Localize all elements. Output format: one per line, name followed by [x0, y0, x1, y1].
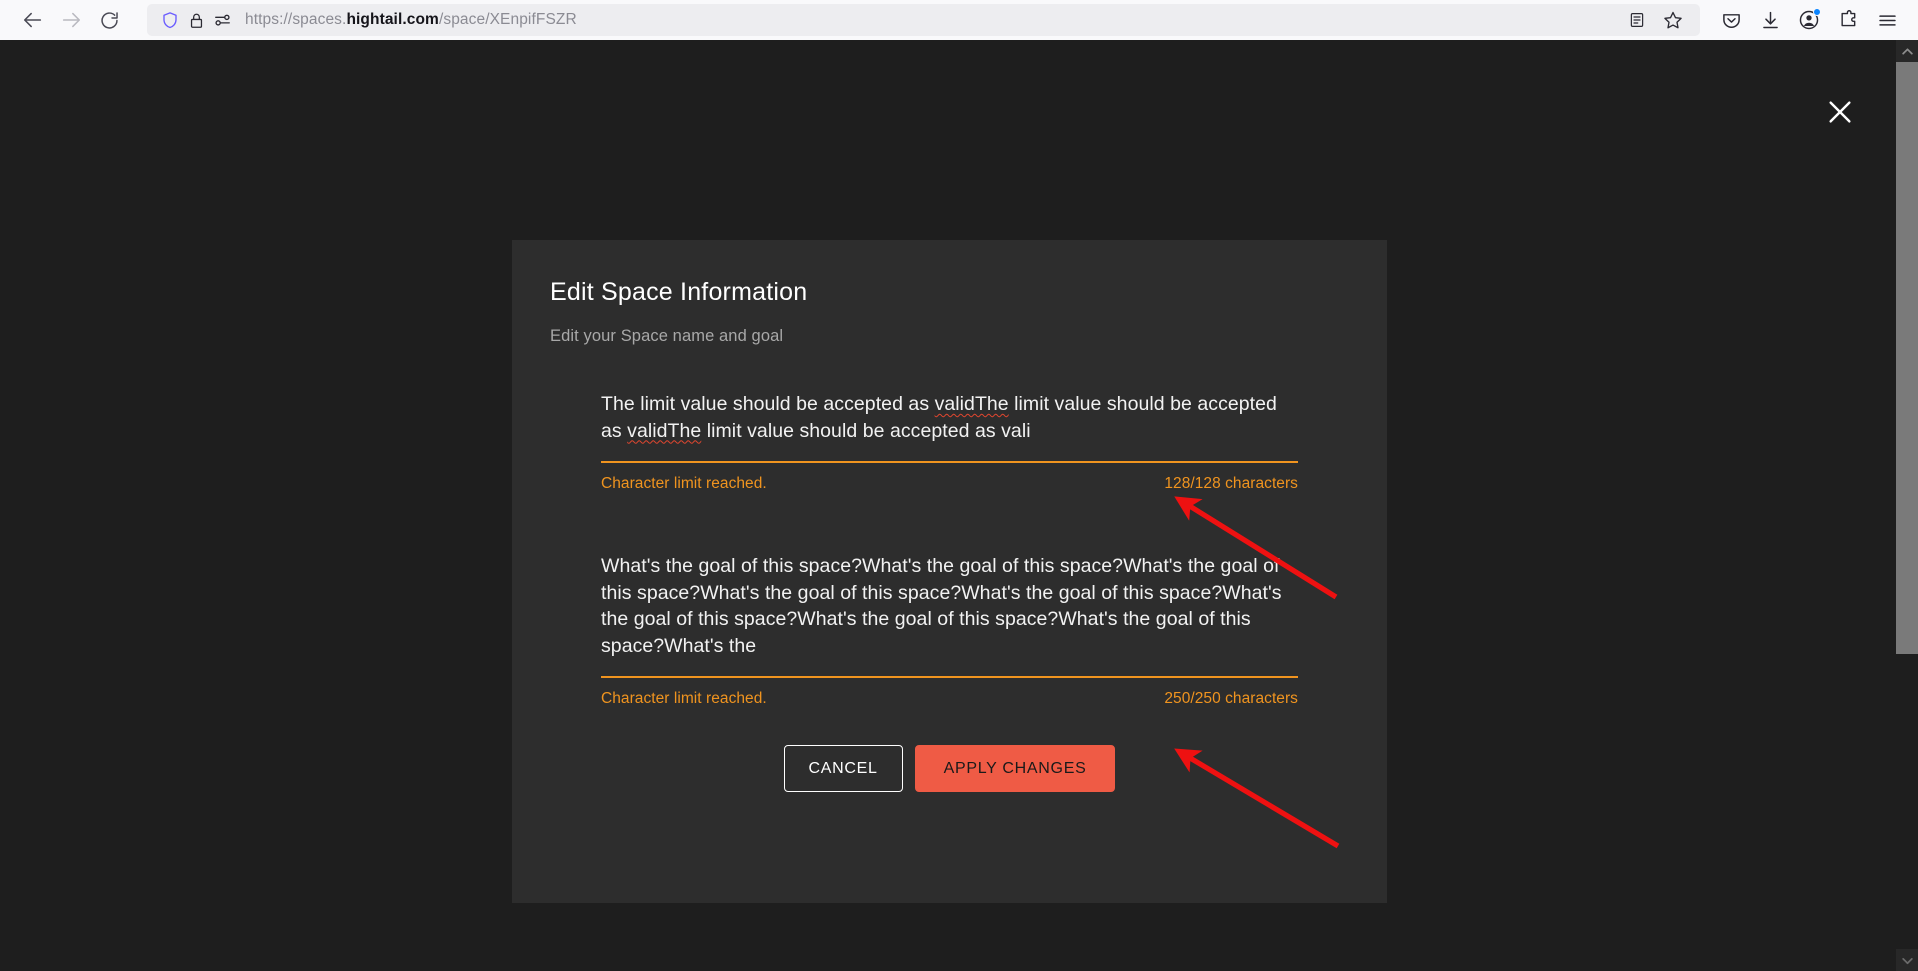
chevron-down-icon	[1901, 957, 1913, 964]
edit-space-information-dialog: Edit Space Information Edit your Space n…	[512, 240, 1387, 903]
space-goal-field-block: What's the goal of this space?What's the…	[601, 553, 1298, 708]
url-text: https://spaces.hightail.com/space/XEnpif…	[245, 11, 577, 29]
hamburger-menu-icon[interactable]	[1870, 4, 1904, 36]
scrollbar-up-arrow[interactable]	[1896, 40, 1918, 62]
space-goal-character-counter: 250/250 characters	[1164, 690, 1298, 707]
url-path: /space/XEnpifFSZR	[438, 11, 577, 28]
close-modal-button[interactable]	[1818, 90, 1862, 134]
address-bar[interactable]: https://spaces.hightail.com/space/XEnpif…	[147, 4, 1700, 36]
reader-view-icon[interactable]	[1620, 4, 1654, 36]
bookmark-star-icon[interactable]	[1656, 4, 1690, 36]
space-goal-input[interactable]: What's the goal of this space?What's the…	[601, 553, 1298, 659]
page-scrollbar[interactable]	[1896, 40, 1918, 971]
space-goal-underline	[601, 676, 1298, 678]
dialog-form: The limit value should be accepted as va…	[550, 391, 1349, 792]
space-name-limit-warning: Character limit reached.	[601, 475, 767, 492]
extensions-icon[interactable]	[1831, 4, 1865, 36]
space-name-underline	[601, 461, 1298, 463]
page-viewport: Edit Space Information Edit your Space n…	[0, 40, 1918, 971]
space-name-field-block: The limit value should be accepted as va…	[601, 391, 1298, 493]
addressbar-actions	[1620, 4, 1690, 36]
dialog-title: Edit Space Information	[550, 278, 808, 306]
chevron-up-icon	[1901, 47, 1913, 55]
reload-icon	[100, 11, 118, 29]
space-name-input[interactable]: The limit value should be accepted as va…	[601, 391, 1298, 444]
permissions-icon[interactable]	[209, 7, 235, 33]
forward-button[interactable]	[52, 3, 90, 37]
space-name-character-counter: 128/128 characters	[1164, 475, 1298, 492]
close-icon	[1829, 101, 1851, 123]
dialog-subtitle: Edit your Space name and goal	[550, 327, 784, 345]
scrollbar-down-arrow[interactable]	[1896, 949, 1918, 971]
forward-arrow-icon	[62, 12, 81, 28]
reload-button[interactable]	[90, 3, 128, 37]
apply-changes-button[interactable]: APPLY CHANGES	[914, 745, 1116, 792]
cancel-button[interactable]: CANCEL	[783, 745, 903, 792]
space-name-meta: Character limit reached. 128/128 charact…	[601, 475, 1298, 493]
space-name-misspelled-1: validThe	[934, 393, 1009, 415]
toolbar-right-actions	[1714, 4, 1904, 36]
account-icon[interactable]	[1792, 4, 1826, 36]
scrollbar-thumb[interactable]	[1896, 62, 1918, 654]
space-name-text-1: The limit value should be accepted as	[601, 393, 935, 415]
browser-toolbar: https://spaces.hightail.com/space/XEnpif…	[0, 0, 1918, 40]
space-name-misspelled-2: validThe	[627, 419, 702, 442]
account-notification-badge	[1813, 8, 1821, 16]
space-goal-meta: Character limit reached. 250/250 charact…	[601, 690, 1298, 708]
space-goal-limit-warning: Character limit reached.	[601, 690, 767, 707]
back-arrow-icon	[23, 12, 42, 28]
url-prefix: https://spaces.	[245, 11, 347, 28]
pocket-icon[interactable]	[1714, 4, 1748, 36]
space-name-text-3: limit value should be accepted as vali	[701, 419, 1031, 442]
back-button[interactable]	[14, 3, 52, 37]
lock-icon[interactable]	[183, 7, 209, 33]
url-domain: hightail.com	[346, 11, 439, 28]
dialog-actions: CANCEL APPLY CHANGES	[601, 745, 1298, 792]
downloads-icon[interactable]	[1753, 4, 1787, 36]
shield-icon[interactable]	[157, 7, 183, 33]
